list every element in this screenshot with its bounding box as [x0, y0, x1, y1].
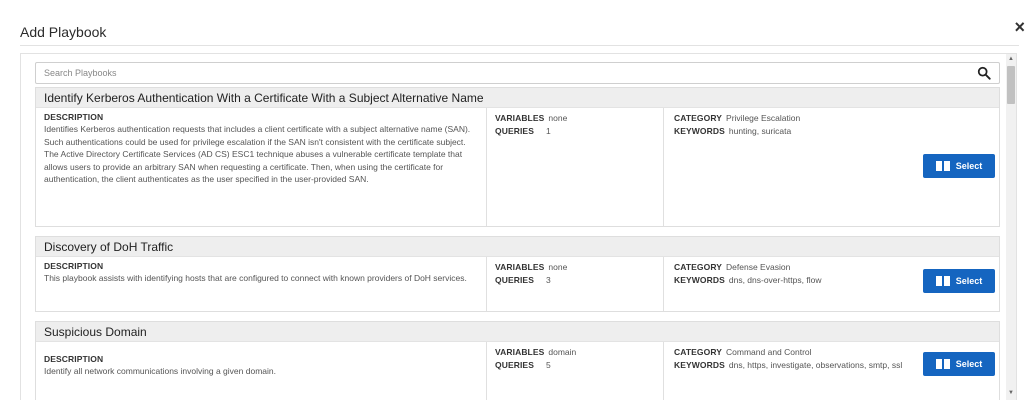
playbook-card: Identify Kerberos Authentication With a …: [35, 87, 1000, 227]
add-playbook-modal: Add Playbook × Identify Kerberos Authent…: [0, 0, 1029, 400]
queries-label: QUERIES: [495, 274, 534, 285]
queries-label: QUERIES: [495, 359, 534, 370]
category-value: Defense Evasion: [726, 262, 791, 272]
playbook-list-panel: Identify Kerberos Authentication With a …: [20, 53, 1017, 400]
book-icon: [935, 359, 950, 369]
search-input[interactable]: [36, 63, 999, 83]
search-box: [35, 62, 1000, 84]
description-label: DESCRIPTION: [44, 112, 104, 122]
category-value: Command and Control: [726, 347, 812, 357]
search-icon[interactable]: [977, 66, 991, 80]
title-divider: [20, 45, 1019, 46]
queries-value: 1: [545, 125, 551, 136]
playbook-title: Suspicious Domain: [36, 322, 999, 342]
category-label: CATEGORY: [674, 262, 723, 272]
playbook-description: DESCRIPTION Identify all network communi…: [36, 342, 487, 400]
modal-title: Add Playbook: [20, 24, 107, 40]
keywords-label: KEYWORDS: [674, 359, 725, 370]
variables-value: domain: [548, 347, 577, 357]
playbook-meta: VARIABLES none QUERIES 3: [487, 257, 664, 311]
variables-label: VARIABLES: [495, 113, 545, 123]
variables-label: VARIABLES: [495, 262, 545, 272]
queries-value: 5: [545, 359, 551, 370]
playbook-title: Identify Kerberos Authentication With a …: [36, 88, 999, 108]
variables-label: VARIABLES: [495, 347, 545, 357]
playbook-card: Suspicious Domain DESCRIPTION Identify a…: [35, 321, 1000, 400]
keywords-value: hunting, suricata: [728, 125, 792, 136]
scroll-down-icon[interactable]: ▼: [1008, 390, 1014, 396]
playbook-description: DESCRIPTION Identifies Kerberos authenti…: [36, 108, 487, 226]
keywords-label: KEYWORDS: [674, 125, 725, 136]
book-icon: [935, 161, 950, 171]
scrollbar-thumb[interactable]: [1007, 66, 1015, 104]
description-text: Identify all network communications invo…: [44, 366, 276, 376]
playbook-card: Discovery of DoH Traffic DESCRIPTION Thi…: [35, 236, 1000, 312]
category-label: CATEGORY: [674, 113, 723, 123]
keywords-label: KEYWORDS: [674, 274, 725, 285]
close-icon[interactable]: ×: [1014, 18, 1025, 36]
select-button[interactable]: Select: [923, 352, 995, 376]
variables-value: none: [548, 262, 568, 272]
select-button-label: Select: [955, 276, 983, 286]
keywords-value: dns, https, investigate, observations, s…: [728, 359, 903, 370]
playbook-meta: VARIABLES none QUERIES 1: [487, 108, 664, 226]
description-text: Identifies Kerberos authentication reque…: [44, 124, 471, 184]
select-button[interactable]: Select: [923, 269, 995, 293]
select-button-label: Select: [955, 359, 983, 369]
description-label: DESCRIPTION: [44, 354, 104, 364]
select-button-label: Select: [955, 161, 983, 171]
description-label: DESCRIPTION: [44, 261, 104, 271]
playbook-title: Discovery of DoH Traffic: [36, 237, 999, 257]
category-value: Privilege Escalation: [726, 113, 801, 123]
scroll-up-icon[interactable]: ▲: [1008, 56, 1014, 62]
playbook-description: DESCRIPTION This playbook assists with i…: [36, 257, 487, 311]
queries-value: 3: [545, 274, 551, 285]
queries-label: QUERIES: [495, 125, 534, 136]
book-icon: [935, 276, 950, 286]
keywords-value: dns, dns-over-https, flow: [728, 274, 822, 285]
variables-value: none: [548, 113, 568, 123]
vertical-scrollbar[interactable]: ▲ ▼: [1006, 54, 1016, 400]
select-button[interactable]: Select: [923, 154, 995, 178]
description-text: This playbook assists with identifying h…: [44, 273, 467, 283]
category-label: CATEGORY: [674, 347, 723, 357]
playbook-meta: VARIABLES domain QUERIES 5: [487, 342, 664, 400]
